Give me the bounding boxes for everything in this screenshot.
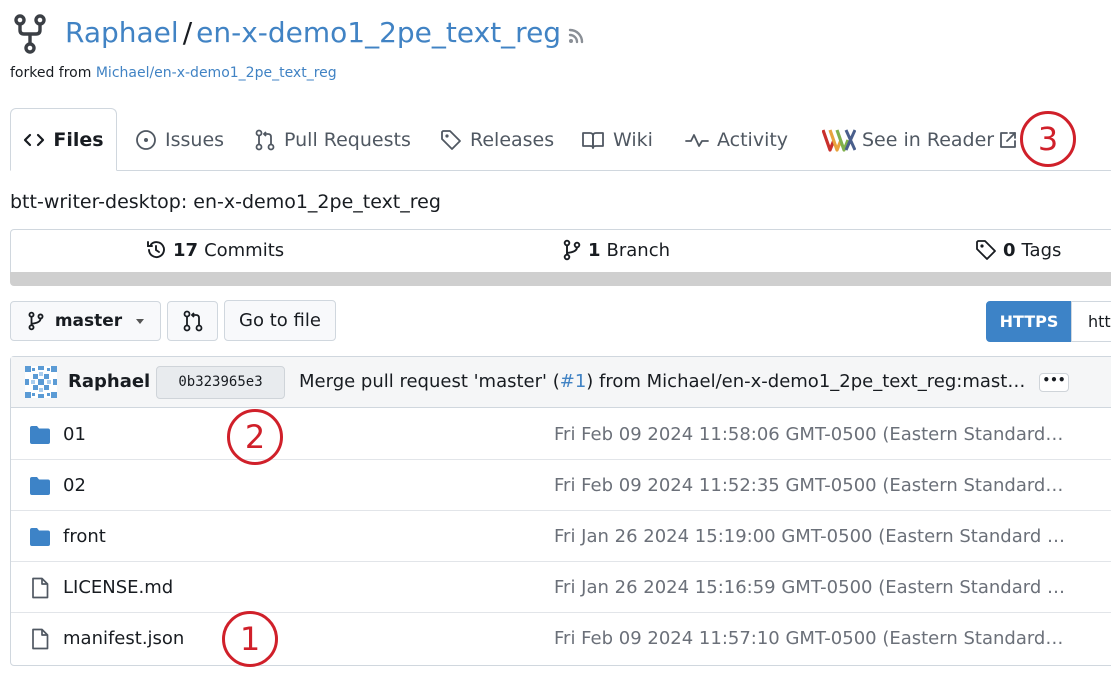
- annotation-marker-2: 2: [227, 409, 283, 465]
- commit-pr-link[interactable]: #1: [560, 371, 587, 392]
- tab-pull-requests-label: Pull Requests: [284, 128, 411, 151]
- file-name[interactable]: LICENSE.md: [63, 575, 173, 601]
- commit-message[interactable]: Merge pull request 'master' (#1) from Mi…: [299, 369, 1031, 395]
- branch-dropdown[interactable]: master: [10, 301, 161, 341]
- file-icon: [32, 628, 49, 650]
- book-icon: [582, 131, 604, 149]
- repo-title-separator: /: [182, 16, 193, 49]
- file-name[interactable]: front: [63, 524, 106, 550]
- tab-pull-requests[interactable]: Pull Requests: [254, 108, 411, 171]
- file-icon: [32, 577, 49, 599]
- file-date: Fri Jan 26 2024 15:19:00 GMT-0500 (Easte…: [554, 526, 1069, 547]
- tab-activity-label: Activity: [717, 128, 789, 151]
- pull-request-icon: [255, 129, 275, 150]
- file-name[interactable]: manifest.json: [63, 626, 184, 652]
- tag-icon: [441, 129, 461, 150]
- pull-request-icon: [183, 310, 202, 332]
- commit-message-prefix: Merge pull request 'master' (: [299, 371, 560, 392]
- tab-releases-label: Releases: [470, 128, 555, 151]
- folder-icon: [30, 528, 50, 546]
- tags-count: 0: [1003, 239, 1016, 261]
- compare-button[interactable]: [167, 301, 218, 341]
- file-date: Fri Feb 09 2024 11:52:35 GMT-0500 (Easte…: [554, 475, 1069, 496]
- folder-icon: [30, 426, 50, 444]
- tags-label: Tags: [1021, 239, 1062, 261]
- branch-label: Branch: [606, 239, 671, 261]
- clone-https-button[interactable]: HTTPS: [986, 301, 1072, 342]
- file-date: Fri Feb 09 2024 11:58:06 GMT-0500 (Easte…: [554, 424, 1069, 445]
- commit-sha-button[interactable]: 0b323965e3: [156, 366, 285, 399]
- reader-logo-icon: [822, 128, 856, 152]
- tags-link[interactable]: 0 Tags: [975, 237, 1061, 263]
- clone-url-field[interactable]: htt: [1071, 301, 1111, 342]
- rss-icon[interactable]: [566, 24, 588, 46]
- folder-icon: [30, 477, 50, 495]
- repo-owner-link[interactable]: Raphael: [65, 16, 179, 49]
- issue-icon: [136, 129, 156, 150]
- tab-issues[interactable]: Issues: [135, 108, 224, 171]
- file-date: Fri Feb 09 2024 11:57:10 GMT-0500 (Easte…: [554, 628, 1069, 649]
- repo-description: btt-writer-desktop: en-x-demo1_2pe_text_…: [10, 191, 441, 213]
- tab-files-label: Files: [53, 128, 104, 151]
- code-icon: [24, 133, 45, 146]
- commits-count: 17: [173, 239, 199, 261]
- branch-icon: [28, 311, 44, 331]
- commit-author[interactable]: Raphael: [68, 369, 150, 395]
- tab-issues-label: Issues: [165, 128, 225, 151]
- tab-wiki[interactable]: Wiki: [581, 108, 653, 171]
- file-name[interactable]: 01: [63, 422, 86, 448]
- tab-files[interactable]: Files: [10, 108, 117, 171]
- tab-see-in-reader-label: See in Reader: [862, 128, 995, 151]
- tab-releases[interactable]: Releases: [440, 108, 554, 171]
- history-icon: [147, 241, 165, 259]
- forked-from-label: forked from: [10, 65, 96, 81]
- language-stats-bar: [10, 272, 1111, 286]
- fork-icon: [14, 14, 46, 54]
- commits-link[interactable]: 17 Commits: [145, 237, 284, 263]
- forked-from-text: forked from Michael/en-x-demo1_2pe_text_…: [10, 63, 337, 83]
- branches-link[interactable]: 1 Branch: [562, 237, 670, 263]
- tag-icon: [976, 240, 996, 260]
- commit-message-suffix: ) from Michael/en-x-demo1_2pe_text_reg:m…: [586, 371, 1031, 392]
- tab-see-in-reader[interactable]: See in Reader: [822, 108, 1026, 171]
- forked-from-link[interactable]: Michael/en-x-demo1_2pe_text_reg: [96, 65, 337, 81]
- repo-name-link[interactable]: en-x-demo1_2pe_text_reg: [196, 16, 561, 49]
- file-date: Fri Jan 26 2024 15:16:59 GMT-0500 (Easte…: [554, 577, 1069, 598]
- chevron-down-icon: [136, 318, 145, 324]
- pulse-icon: [685, 133, 709, 147]
- annotation-marker-3: 3: [1020, 111, 1076, 167]
- annotation-marker-1: 1: [222, 611, 278, 667]
- branch-count: 1: [588, 239, 601, 261]
- tab-wiki-label: Wiki: [613, 128, 653, 151]
- external-link-icon: [1000, 131, 1016, 148]
- avatar: [25, 366, 57, 398]
- commit-expand-button[interactable]: •••: [1039, 373, 1069, 392]
- repo-title: Raphael / en-x-demo1_2pe_text_reg: [65, 14, 561, 52]
- commits-label: Commits: [204, 239, 285, 261]
- tab-activity[interactable]: Activity: [685, 108, 788, 171]
- go-to-file-button[interactable]: Go to file: [224, 300, 336, 341]
- file-name[interactable]: 02: [63, 473, 86, 499]
- branch-icon: [563, 239, 581, 261]
- branch-name: master: [54, 311, 123, 331]
